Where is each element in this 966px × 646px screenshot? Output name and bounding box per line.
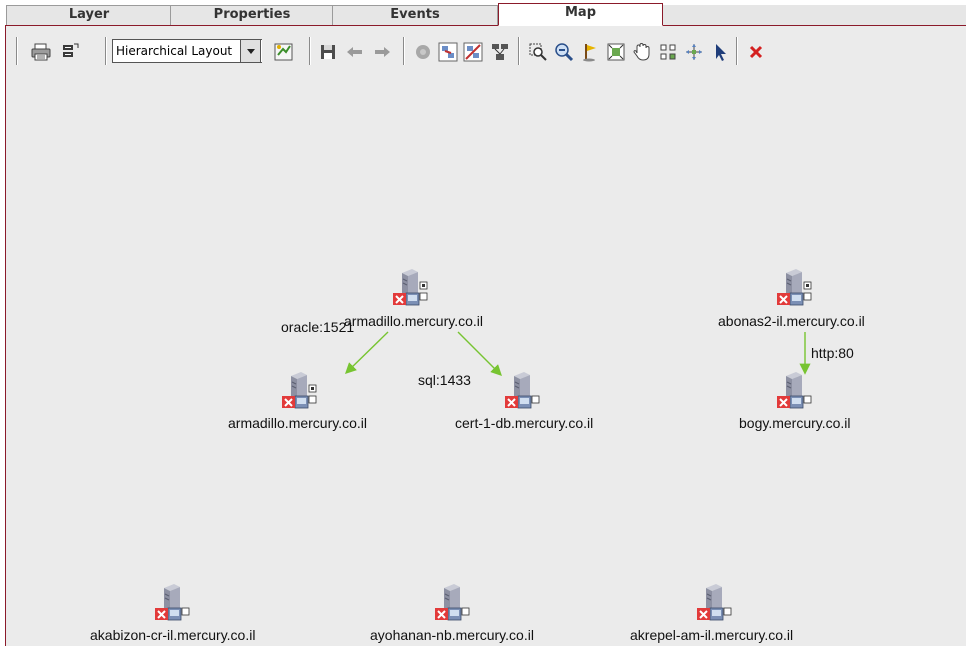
tab-strip: Layer Properties Events Map bbox=[0, 0, 966, 26]
map-panel: Hierarchical Layout armadillo.mercury.co… bbox=[5, 25, 966, 646]
toolbar-separator bbox=[16, 37, 17, 65]
toolbar-separator bbox=[309, 37, 310, 65]
zoom-select-icon[interactable] bbox=[526, 40, 550, 64]
server-node-icon[interactable] bbox=[392, 269, 432, 315]
node-label[interactable]: akrepel-am-il.mercury.co.il bbox=[630, 627, 793, 643]
map-toolbar: Hierarchical Layout bbox=[6, 26, 966, 76]
zoom-out-icon[interactable] bbox=[552, 40, 576, 64]
tab-events[interactable]: Events bbox=[332, 5, 498, 25]
select-pointer-icon[interactable] bbox=[708, 40, 732, 64]
node-label[interactable]: armadillo.mercury.co.il bbox=[344, 313, 483, 329]
back-arrow-icon[interactable] bbox=[343, 40, 367, 64]
map-canvas[interactable]: armadillo.mercury.co.il abonas2-il.mercu… bbox=[6, 76, 966, 646]
delete-icon[interactable] bbox=[744, 40, 768, 64]
server-node-icon[interactable] bbox=[504, 372, 544, 418]
toolbar-separator bbox=[403, 37, 404, 65]
map-overview-icon[interactable] bbox=[488, 40, 512, 64]
tab-layer[interactable]: Layer bbox=[6, 5, 172, 25]
node-label[interactable]: abonas2-il.mercury.co.il bbox=[718, 313, 865, 329]
edge-sql bbox=[457, 331, 502, 376]
apply-layout-icon[interactable] bbox=[272, 40, 296, 64]
page-setup-icon[interactable] bbox=[58, 40, 82, 64]
tab-properties[interactable]: Properties bbox=[170, 5, 334, 25]
node-label[interactable]: cert-1-db.mercury.co.il bbox=[455, 415, 593, 431]
edge-oracle bbox=[344, 331, 389, 374]
group-icon[interactable] bbox=[656, 40, 680, 64]
server-node-icon[interactable] bbox=[281, 372, 321, 418]
disc-icon[interactable] bbox=[411, 40, 435, 64]
edge-label-http: http:80 bbox=[811, 345, 854, 361]
toolbar-separator bbox=[736, 37, 737, 65]
node-label[interactable]: bogy.mercury.co.il bbox=[739, 415, 851, 431]
server-node-icon[interactable] bbox=[776, 269, 816, 315]
edge-label-oracle: oracle:1521 bbox=[281, 319, 355, 335]
map-edges bbox=[344, 331, 811, 376]
expand-icon[interactable] bbox=[682, 40, 706, 64]
pan-hand-icon[interactable] bbox=[630, 40, 654, 64]
server-node-icon[interactable] bbox=[434, 584, 474, 630]
edge-label-sql: sql:1433 bbox=[418, 372, 471, 388]
node-label[interactable]: armadillo.mercury.co.il bbox=[228, 415, 367, 431]
toolbar-separator bbox=[518, 37, 519, 65]
tab-strip-filler bbox=[662, 5, 966, 25]
server-node-icon[interactable] bbox=[154, 584, 194, 630]
print-icon[interactable] bbox=[29, 40, 53, 64]
server-node-icon[interactable] bbox=[696, 584, 736, 630]
server-node-icon[interactable] bbox=[776, 372, 816, 418]
show-related-icon[interactable] bbox=[436, 40, 460, 64]
node-label[interactable]: ayohanan-nb.mercury.co.il bbox=[370, 627, 534, 643]
tab-map[interactable]: Map bbox=[498, 3, 663, 26]
hide-related-icon[interactable] bbox=[461, 40, 485, 64]
save-icon[interactable] bbox=[316, 40, 340, 64]
pin-icon[interactable] bbox=[578, 40, 602, 64]
toolbar-separator bbox=[105, 37, 106, 65]
chevron-down-icon[interactable] bbox=[240, 39, 261, 63]
fit-window-icon[interactable] bbox=[604, 40, 628, 64]
forward-arrow-icon[interactable] bbox=[370, 40, 394, 64]
node-label[interactable]: akabizon-cr-il.mercury.co.il bbox=[90, 627, 255, 643]
